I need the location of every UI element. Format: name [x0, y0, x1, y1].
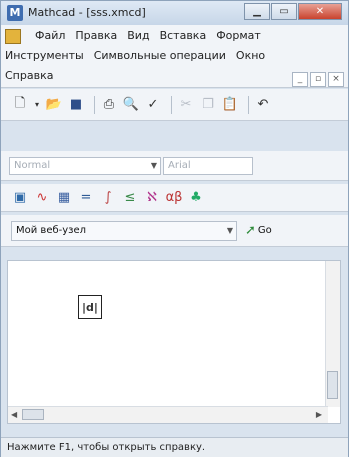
copy-icon[interactable]: ❐: [199, 96, 217, 114]
cut-icon[interactable]: ✂: [177, 96, 195, 114]
scroll-left-icon[interactable]: ◀: [11, 410, 17, 419]
new-dropdown-icon[interactable]: ▾: [33, 96, 41, 114]
paste-icon[interactable]: 📋: [221, 96, 239, 114]
web-toolbar: Мой веб-узел ▼ ➚ Go: [1, 215, 348, 247]
chevron-down-icon: ▼: [150, 160, 157, 170]
menu-item-file[interactable]: Файл: [35, 29, 65, 44]
boolean-icon[interactable]: ≤: [121, 189, 139, 207]
menu-item-insert[interactable]: Вставка: [160, 29, 207, 44]
programming-icon[interactable]: ℵ: [143, 189, 161, 207]
document-icon: [5, 29, 21, 44]
standard-toolbar: 🗋 ▾ 📂 ■ ⎙ 🔍 ✓ ✂ ❐ 📋 ↶: [1, 89, 348, 121]
status-bar: Нажмите F1, чтобы открыть справку.: [1, 437, 348, 457]
address-value: Мой веб-узел: [16, 225, 87, 236]
math-toolbar: ▣ ∿ ▦ = ∫ ≤ ℵ αβ ♣: [1, 184, 348, 212]
menu-row-1: Файл Правка Вид Вставка Формат: [5, 29, 261, 44]
menu-bar: Файл Правка Вид Вставка Формат Инструмен…: [1, 25, 348, 88]
scroll-right-icon[interactable]: ▶: [316, 410, 322, 419]
new-document-icon[interactable]: 🗋: [11, 96, 29, 114]
vertical-scrollbar[interactable]: [325, 261, 340, 407]
minimize-button[interactable]: ▁: [244, 3, 270, 20]
document-window-controls: _ ▫ ×: [292, 72, 344, 87]
print-icon[interactable]: ⎙: [100, 96, 118, 114]
graph-icon[interactable]: ∿: [33, 189, 51, 207]
menu-item-tools[interactable]: Инструменты: [5, 49, 84, 62]
go-label: Go: [257, 225, 272, 236]
menu-item-format[interactable]: Формат: [216, 29, 261, 44]
doc-minimize-button[interactable]: _: [292, 72, 308, 87]
menu-item-help[interactable]: Справка: [5, 69, 53, 82]
menu-row-2: Инструменты Символьные операции Окно: [5, 49, 265, 62]
save-icon[interactable]: ■: [67, 96, 85, 114]
address-select[interactable]: Мой веб-узел ▼: [11, 220, 237, 241]
window-controls: ▁ ▭ ✕: [243, 3, 342, 20]
calculus-icon[interactable]: ∫: [99, 189, 117, 207]
menu-row-3: Справка: [5, 69, 53, 82]
menu-item-view[interactable]: Вид: [127, 29, 149, 44]
spell-check-icon[interactable]: ✓: [144, 96, 162, 114]
evaluation-icon[interactable]: =: [77, 189, 95, 207]
menu-item-window[interactable]: Окно: [236, 49, 265, 62]
chevron-down-icon: ▼: [226, 225, 233, 235]
symbolic-icon[interactable]: ♣: [187, 189, 205, 207]
toolbar-separator: [248, 95, 249, 114]
mathcad-window: M Mathcad - [sss.xmcd] ▁ ▭ ✕ Файл Правка…: [0, 0, 349, 457]
style-value: Normal: [14, 160, 51, 171]
title-bar[interactable]: M Mathcad - [sss.xmcd] ▁ ▭ ✕: [1, 1, 348, 25]
doc-close-button[interactable]: ×: [328, 72, 344, 87]
go-arrow-icon: ➚: [245, 223, 256, 238]
toolbar-separator: [171, 95, 172, 114]
go-button[interactable]: ➚ Go: [245, 223, 272, 238]
formatting-toolbar: Normal ▼ Arial: [1, 151, 348, 181]
font-select[interactable]: Arial: [163, 156, 253, 175]
worksheet-area[interactable]: |d| ◀ ▶: [7, 260, 341, 424]
horizontal-scroll-thumb[interactable]: [22, 409, 44, 420]
print-preview-icon[interactable]: 🔍: [122, 96, 140, 114]
doc-restore-button[interactable]: ▫: [310, 72, 326, 87]
status-text: Нажмите F1, чтобы открыть справку.: [7, 442, 206, 453]
toolbar-separator: [94, 95, 95, 114]
horizontal-scrollbar[interactable]: ◀ ▶: [8, 406, 328, 423]
vertical-scroll-thumb[interactable]: [327, 371, 338, 399]
menu-item-symbolics[interactable]: Символьные операции: [94, 49, 226, 62]
maximize-button[interactable]: ▭: [271, 3, 297, 20]
undo-icon[interactable]: ↶: [254, 96, 272, 114]
mathcad-logo-icon: M: [7, 5, 23, 21]
matrix-icon[interactable]: ▦: [55, 189, 73, 207]
menu-item-edit[interactable]: Правка: [75, 29, 117, 44]
greek-icon[interactable]: αβ: [165, 189, 183, 207]
close-button[interactable]: ✕: [298, 3, 342, 20]
style-select[interactable]: Normal ▼: [9, 156, 161, 175]
math-placeholder[interactable]: |d|: [78, 295, 102, 319]
open-folder-icon[interactable]: 📂: [45, 96, 63, 114]
calculator-icon[interactable]: ▣: [11, 189, 29, 207]
insertion-cursor-icon: |d|: [82, 300, 98, 314]
font-value: Arial: [168, 160, 191, 171]
window-title: Mathcad - [sss.xmcd]: [28, 6, 146, 19]
